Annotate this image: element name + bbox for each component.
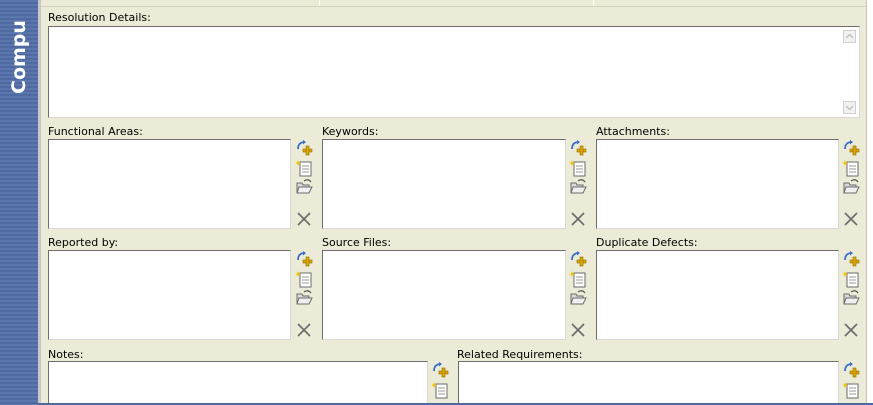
attachments-list[interactable] — [596, 139, 839, 229]
reported-by-list[interactable] — [48, 250, 291, 340]
attachments-label: Attachments: — [596, 125, 670, 138]
related-requirements-list[interactable] — [458, 361, 839, 405]
duplicate-defects-actions — [842, 250, 860, 340]
sidebar: Compu — [0, 0, 38, 405]
add-icon[interactable] — [842, 139, 860, 157]
duplicate-defects-label: Duplicate Defects: — [596, 236, 698, 249]
functional-areas-list[interactable] — [48, 139, 291, 229]
open-folder-icon[interactable] — [569, 177, 587, 195]
new-document-icon[interactable] — [295, 159, 313, 177]
notes-list[interactable] — [48, 361, 428, 405]
new-document-icon[interactable] — [842, 270, 860, 288]
new-document-icon[interactable] — [295, 270, 313, 288]
resolution-details-label: Resolution Details: — [48, 11, 151, 24]
new-document-icon[interactable] — [569, 159, 587, 177]
related-requirements-actions — [842, 361, 860, 405]
open-folder-icon[interactable] — [295, 177, 313, 195]
add-icon[interactable] — [569, 139, 587, 157]
keywords-actions — [569, 139, 587, 229]
functional-areas-actions — [295, 139, 313, 229]
duplicate-defects-list[interactable] — [596, 250, 839, 340]
remove-icon[interactable] — [569, 209, 587, 227]
functional-areas-label: Functional Areas: — [48, 125, 143, 138]
remove-icon[interactable] — [295, 320, 313, 338]
keywords-label: Keywords: — [322, 125, 379, 138]
resolution-details-textarea[interactable] — [48, 26, 860, 118]
remove-icon[interactable] — [569, 320, 587, 338]
new-document-icon[interactable] — [842, 159, 860, 177]
add-icon[interactable] — [295, 250, 313, 268]
open-folder-icon[interactable] — [295, 288, 313, 306]
open-folder-icon[interactable] — [569, 288, 587, 306]
related-requirements-label: Related Requirements: — [457, 348, 583, 361]
open-folder-icon[interactable] — [842, 288, 860, 306]
add-icon[interactable] — [431, 361, 449, 379]
remove-icon[interactable] — [842, 209, 860, 227]
notes-label: Notes: — [48, 348, 84, 361]
remove-icon[interactable] — [842, 320, 860, 338]
notes-actions — [431, 361, 449, 405]
defect-details-panel: Resolution Details: Functional Areas: Ke… — [41, 0, 867, 405]
sidebar-title: Compu — [8, 20, 30, 94]
reported-by-actions — [295, 250, 313, 340]
remove-icon[interactable] — [295, 209, 313, 227]
new-document-icon[interactable] — [431, 381, 449, 399]
source-files-list[interactable] — [322, 250, 566, 340]
open-folder-icon[interactable] — [842, 177, 860, 195]
top-field-strip — [41, 0, 866, 7]
source-files-actions — [569, 250, 587, 340]
new-document-icon[interactable] — [842, 381, 860, 399]
add-icon[interactable] — [842, 250, 860, 268]
resolution-scrollbar[interactable] — [841, 28, 858, 116]
reported-by-label: Reported by: — [48, 236, 119, 249]
strip-divider — [593, 0, 594, 6]
add-icon[interactable] — [842, 361, 860, 379]
keywords-list[interactable] — [322, 139, 566, 229]
attachments-actions — [842, 139, 860, 229]
app-frame: Compu Resolution Details: Functional Are… — [0, 0, 873, 405]
scroll-down-icon[interactable] — [843, 101, 856, 114]
scroll-up-icon[interactable] — [843, 30, 856, 43]
strip-divider — [319, 0, 320, 6]
source-files-label: Source Files: — [322, 236, 392, 249]
add-icon[interactable] — [295, 139, 313, 157]
add-icon[interactable] — [569, 250, 587, 268]
new-document-icon[interactable] — [569, 270, 587, 288]
